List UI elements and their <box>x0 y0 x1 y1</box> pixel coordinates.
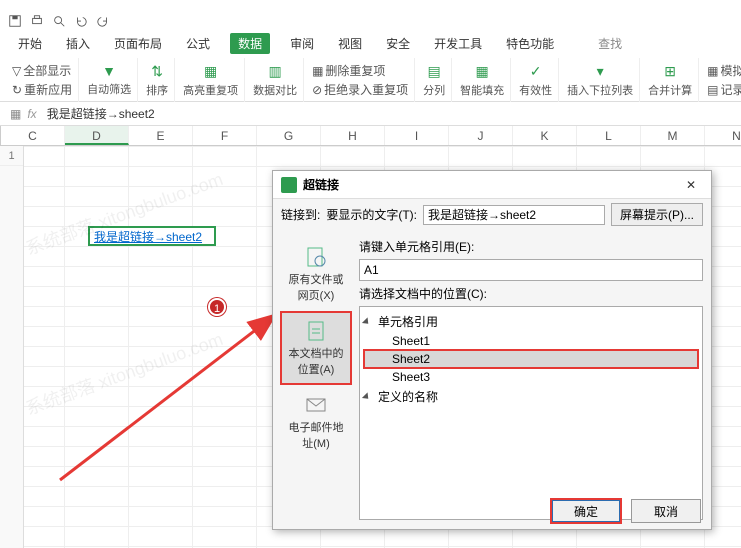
sidebar-place-in-doc[interactable]: 本文档中的位置(A) <box>281 312 351 384</box>
smart-fill-icon[interactable]: ▦ <box>476 63 489 80</box>
menu-insert[interactable]: 插入 <box>62 33 94 54</box>
ok-button[interactable]: 确定 <box>551 499 621 523</box>
hyperlink-dialog: 超链接 ✕ 链接到: 要显示的文字(T): 屏幕提示(P)... 原有文件或网页… <box>272 170 712 530</box>
ribbon-reject-dup[interactable]: ⊘ 拒绝录入重复项 <box>312 81 408 98</box>
menu-data[interactable]: 数据 <box>230 33 270 54</box>
consolidate-icon[interactable]: ⊞ <box>664 63 676 80</box>
col-M[interactable]: M <box>641 126 705 145</box>
ribbon-reapply[interactable]: ↻ 重新应用 <box>12 81 72 98</box>
document-place-icon <box>304 319 328 343</box>
close-icon[interactable]: ✕ <box>679 178 703 192</box>
menu-start[interactable]: 开始 <box>14 33 46 54</box>
col-J[interactable]: J <box>449 126 513 145</box>
menu-security[interactable]: 安全 <box>382 33 414 54</box>
ribbon-remove-dup[interactable]: ▦ 删除重复项 <box>312 62 408 79</box>
menu-features[interactable]: 特色功能 <box>502 33 558 54</box>
validation-icon[interactable]: ✓ <box>530 63 542 80</box>
quick-access-toolbar <box>0 10 741 32</box>
col-L[interactable]: L <box>577 126 641 145</box>
print-icon[interactable] <box>30 14 44 28</box>
menu-pagelayout[interactable]: 页面布局 <box>110 33 166 54</box>
cellref-label: 请键入单元格引用(E): <box>359 238 703 255</box>
ribbon-all-display[interactable]: ▽ 全部显示 <box>12 62 72 79</box>
active-cell-hyperlink[interactable]: 我是超链接→sheet2 <box>88 226 216 246</box>
menu-find[interactable]: 查找 <box>594 33 626 54</box>
linkto-label: 链接到: <box>281 206 320 223</box>
tree-sheet2[interactable]: Sheet2 <box>364 350 698 368</box>
tree-sheet1[interactable]: Sheet1 <box>364 332 698 350</box>
dialog-app-icon <box>281 177 297 193</box>
formula-input[interactable]: 我是超链接→sheet2 <box>43 103 731 124</box>
screentip-button[interactable]: 屏幕提示(P)... <box>611 203 703 226</box>
menu-formula[interactable]: 公式 <box>182 33 214 54</box>
sidebar-email[interactable]: 电子邮件地址(M) <box>281 386 351 458</box>
ribbon-whatif[interactable]: ▦ 模拟分析 <box>707 62 741 79</box>
sort-icon[interactable]: ⇅ <box>151 63 163 80</box>
badge-1: 1 <box>208 298 226 316</box>
save-icon[interactable] <box>8 14 22 28</box>
col-E[interactable]: E <box>129 126 193 145</box>
ribbon: ▽ 全部显示 ↻ 重新应用 ▼自动筛选 ⇅排序 ▦高亮重复项 ▥数据对比 ▦ 删… <box>0 54 741 102</box>
undo-icon[interactable] <box>74 14 88 28</box>
cancel-button[interactable]: 取消 <box>631 499 701 523</box>
col-G[interactable]: G <box>257 126 321 145</box>
col-F[interactable]: F <box>193 126 257 145</box>
menu-devtools[interactable]: 开发工具 <box>430 33 486 54</box>
column-headers: C D E F G H I J K L M N <box>0 126 741 146</box>
tree-group-names[interactable]: 定义的名称 <box>364 386 698 407</box>
data-compare-icon[interactable]: ▥ <box>268 63 281 80</box>
tree-sheet3[interactable]: Sheet3 <box>364 368 698 386</box>
text-to-col-icon[interactable]: ▤ <box>428 63 441 80</box>
formula-bar: ▦ fx 我是超链接→sheet2 <box>0 102 741 126</box>
sidebar-existing-file[interactable]: 原有文件或网页(X) <box>281 238 351 310</box>
fx-label: fx <box>27 107 36 121</box>
menu-bar: 开始 插入 页面布局 公式 数据 审阅 视图 安全 开发工具 特色功能 查找 <box>0 32 741 54</box>
email-icon <box>304 393 328 417</box>
display-text-label: 要显示的文字(T): <box>326 206 417 223</box>
col-I[interactable]: I <box>385 126 449 145</box>
menu-review[interactable]: 审阅 <box>286 33 318 54</box>
menu-view[interactable]: 视图 <box>334 33 366 54</box>
col-N[interactable]: N <box>705 126 741 145</box>
location-tree[interactable]: 单元格引用 Sheet1 Sheet2 Sheet3 定义的名称 <box>359 306 703 520</box>
namebox-icon[interactable]: ▦ <box>10 107 21 121</box>
file-web-icon <box>304 245 328 269</box>
ribbon-record[interactable]: ▤ 记录单 <box>707 81 741 98</box>
col-D[interactable]: D <box>65 126 129 145</box>
redo-icon[interactable] <box>96 14 110 28</box>
highlight-dup-icon[interactable]: ▦ <box>204 63 217 80</box>
col-K[interactable]: K <box>513 126 577 145</box>
preview-icon[interactable] <box>52 14 66 28</box>
col-C[interactable]: C <box>1 126 65 145</box>
filter-icon[interactable]: ▼ <box>102 63 116 79</box>
display-text-input[interactable] <box>423 205 605 225</box>
cellref-input[interactable] <box>359 259 703 281</box>
dropdown-icon[interactable]: ▾ <box>597 63 604 80</box>
col-H[interactable]: H <box>321 126 385 145</box>
tree-group-cellref[interactable]: 单元格引用 <box>364 311 698 332</box>
dialog-title: 超链接 <box>303 176 679 193</box>
tree-label: 请选择文档中的位置(C): <box>359 285 703 302</box>
